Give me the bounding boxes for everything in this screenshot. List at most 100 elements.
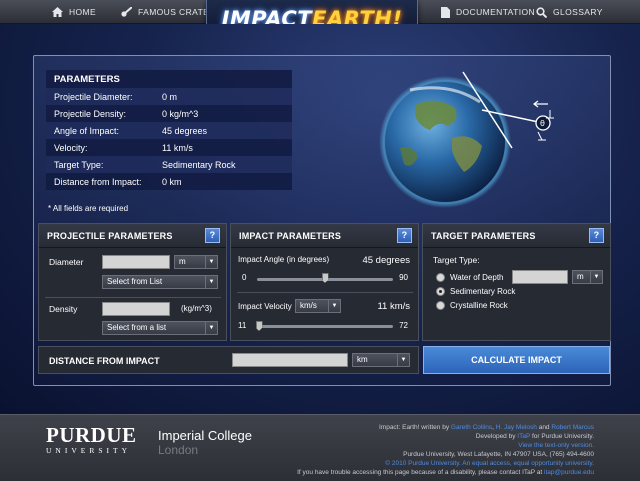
target-panel: TARGET PARAMETERS ? Target Type: Water o… [422,223,611,341]
credits: Impact: Earth! written by Gareth Collins… [264,423,594,477]
distance-label: DISTANCE FROM IMPACT [49,356,160,366]
chevron-down-icon: ▼ [328,300,340,312]
summary-row: Target Type: Sedimentary Rock [46,156,292,173]
velocity-min: 11 [238,321,247,330]
purdue-subtitle: UNIVERSITY [46,446,131,455]
home-icon [52,7,63,17]
impact-help-button[interactable]: ? [397,228,412,243]
distance-unit-value: km [357,355,368,364]
water-unit-select[interactable]: m ▼ [572,270,603,284]
diameter-preset-value: Select from List [107,277,163,286]
angle-min: 0 [242,273,247,282]
chevron-down-icon: ▼ [397,354,409,366]
velocity-slider-handle[interactable] [255,321,263,331]
summary-value: 0 km [162,176,182,187]
velocity-arrow [533,100,548,108]
angle-max: 90 [399,273,408,282]
water-unit-value: m [577,272,584,281]
angle-label: Impact Angle (in degrees) [238,255,330,264]
density-preset-value: Select from a list [107,323,167,332]
impact-panel-title: IMPACT PARAMETERS [239,230,342,241]
footer: PURDUE UNIVERSITY Imperial College Londo… [0,414,640,481]
author-link[interactable]: Gareth Collins [451,424,492,431]
summary-row: Angle of Impact: 45 degrees [46,122,292,139]
earth-globe [385,82,505,202]
diameter-unit-value: m [179,257,186,266]
velocity-unit-value: km/s [300,301,317,310]
summary-row: Velocity: 11 km/s [46,139,292,156]
diameter-input[interactable] [102,255,170,269]
distance-input[interactable] [232,353,348,367]
distance-unit-select[interactable]: km ▼ [352,353,410,367]
chevron-down-icon: ▼ [205,322,217,334]
summary-label: Angle of Impact: [54,125,120,136]
credits-text: If you have trouble accessing this page … [297,469,543,476]
target-help-button[interactable]: ? [589,228,604,243]
summary-value: 0 kg/m^3 [162,108,199,119]
meteor-icon [121,7,132,17]
email-link[interactable]: itap@purdue.edu [544,469,594,476]
velocity-value: 11 km/s [377,301,410,312]
crystalline-radio[interactable] [436,301,445,310]
credits-text: , [492,424,494,431]
nav-glossary[interactable]: GLOSSARY [536,0,603,24]
nav-documentation-label: DOCUMENTATION [456,7,536,17]
water-depth-input[interactable] [512,270,568,284]
impact-visualization: θ [360,60,600,210]
water-label: Water of Depth [450,273,504,282]
calculate-impact-button[interactable]: CALCULATE IMPACT [423,346,610,374]
purdue-logo[interactable]: PURDUE UNIVERSITY [46,423,137,455]
credits-line: Impact: Earth! written by Gareth Collins… [264,423,594,432]
diameter-preset-select[interactable]: Select from List ▼ [102,275,218,289]
document-icon [441,6,450,18]
nav-glossary-label: GLOSSARY [553,7,603,17]
parameters-summary: PARAMETERS Projectile Diameter: 0 m Proje… [46,70,292,190]
author-link[interactable]: H. Jay Melosh [496,424,537,431]
summary-value: 11 km/s [162,142,193,153]
summary-label: Target Type: [54,159,104,170]
chevron-down-icon: ▼ [590,271,602,283]
diameter-label: Diameter [49,257,84,267]
impact-panel-header: IMPACT PARAMETERS ? [231,224,418,248]
required-note: * All fields are required [48,204,129,213]
sedimentary-radio[interactable] [436,287,445,296]
projectile-help-button[interactable]: ? [205,228,220,243]
imperial-logo[interactable]: Imperial College London [158,428,252,457]
credits-text: for Purdue University. [531,433,594,440]
address-text: Purdue University, West Lafayette, IN 47… [403,451,594,458]
projectile-panel: PROJECTILE PARAMETERS ? Diameter m ▼ Sele… [38,223,227,341]
impact-panel: IMPACT PARAMETERS ? Impact Angle (in deg… [230,223,419,341]
density-preset-select[interactable]: Select from a list ▼ [102,321,218,335]
itap-link[interactable]: ITaP [517,433,530,440]
velocity-max: 72 [399,321,408,330]
copyright-link[interactable]: © 2010 Purdue University. An equal acces… [264,459,594,468]
text-only-link[interactable]: View the text-only version. [264,441,594,450]
density-input[interactable] [102,302,170,316]
search-icon [536,6,547,18]
water-radio[interactable] [436,273,445,282]
velocity-unit-select[interactable]: km/s ▼ [295,299,341,313]
angle-value: 45 degrees [362,255,410,266]
divider [237,292,413,293]
author-link[interactable]: Robert Marcus [551,424,594,431]
imperial-london: London [158,443,199,457]
projectile-panel-header: PROJECTILE PARAMETERS ? [39,224,226,248]
nav-documentation[interactable]: DOCUMENTATION [441,0,535,24]
diameter-unit-select[interactable]: m ▼ [174,255,218,269]
angle-slider-handle[interactable] [321,273,329,283]
target-type-label: Target Type: [433,255,480,265]
summary-row: Distance from Impact: 0 km [46,173,292,190]
credits-line: Developed by ITaP for Purdue University. [264,432,594,441]
summary-label: Projectile Diameter: [54,91,133,102]
summary-row: Projectile Diameter: 0 m [46,88,292,105]
imperial-wordmark: Imperial College [158,428,252,443]
globe-illustration: θ [379,71,554,208]
summary-label: Velocity: [54,142,88,153]
velocity-slider-track[interactable] [257,325,393,328]
credits-line: If you have trouble accessing this page … [264,468,594,477]
purdue-wordmark: PURDUE [46,423,137,447]
summary-row: Projectile Density: 0 kg/m^3 [46,105,292,122]
nav-home[interactable]: HOME [52,0,96,24]
chevron-down-icon: ▼ [205,276,217,288]
angle-symbol: θ [540,119,545,128]
